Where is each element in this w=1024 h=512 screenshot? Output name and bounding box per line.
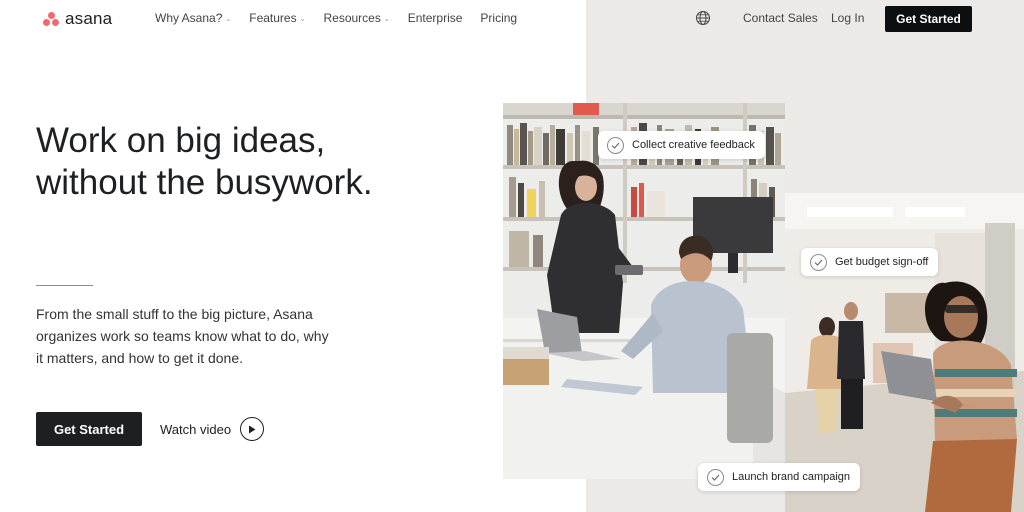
- nav-enterprise[interactable]: Enterprise: [408, 11, 463, 25]
- main-nav: Why Asana? ⌄ Features ⌄ Resources ⌄ Ente…: [155, 11, 517, 25]
- asana-logo[interactable]: asana: [42, 9, 112, 29]
- check-circle-icon: [707, 468, 724, 486]
- hero-get-started-button[interactable]: Get Started: [36, 412, 142, 446]
- log-in-link[interactable]: Log In: [831, 11, 864, 25]
- task-chip-creative-feedback: Collect creative feedback: [598, 131, 765, 159]
- headline-line-2: without the busywork.: [36, 163, 373, 202]
- task-chip-label: Get budget sign-off: [835, 256, 929, 268]
- task-chip-label: Launch brand campaign: [732, 471, 851, 483]
- check-circle-icon: [607, 136, 624, 154]
- nav-item-label: Pricing: [480, 11, 518, 25]
- play-icon: [240, 417, 265, 441]
- office-teamwork-photo: [503, 103, 785, 479]
- contact-sales-link[interactable]: Contact Sales: [743, 11, 818, 25]
- nav-item-label: Enterprise: [407, 11, 463, 25]
- globe-icon[interactable]: [695, 10, 711, 26]
- chevron-down-icon: ⌄: [299, 15, 306, 23]
- nav-item-label: Why Asana?: [155, 11, 223, 25]
- task-chip-budget-signoff: Get budget sign-off: [801, 248, 939, 276]
- watch-video-label: Watch video: [160, 421, 232, 437]
- check-circle-icon: [810, 253, 827, 271]
- asana-logo-icon: [42, 11, 60, 27]
- nav-why-asana[interactable]: Why Asana? ⌄: [155, 11, 231, 25]
- chevron-down-icon: ⌄: [225, 15, 232, 23]
- top-navigation: asana Why Asana? ⌄ Features ⌄ Resources …: [0, 0, 1024, 38]
- logo-wordmark: asana: [65, 9, 113, 28]
- nav-pricing[interactable]: Pricing: [480, 11, 517, 25]
- nav-item-label: Resources: [323, 11, 381, 25]
- headline-line-1: Work on big ideas,: [36, 121, 326, 160]
- chevron-down-icon: ⌄: [383, 15, 390, 23]
- task-chip-label: Collect creative feedback: [632, 139, 755, 151]
- hero-divider: [36, 285, 93, 286]
- header-get-started-button[interactable]: Get Started: [885, 6, 972, 32]
- watch-video-button[interactable]: Watch video: [160, 417, 265, 441]
- hero-headline: Work on big ideas, without the busywork.: [36, 120, 496, 204]
- hero-subtext: From the small stuff to the big picture,…: [36, 306, 329, 366]
- nav-resources[interactable]: Resources ⌄: [323, 11, 389, 25]
- nav-features[interactable]: Features ⌄: [249, 11, 305, 25]
- task-chip-brand-campaign: Launch brand campaign: [698, 463, 861, 491]
- nav-item-label: Features: [249, 11, 297, 25]
